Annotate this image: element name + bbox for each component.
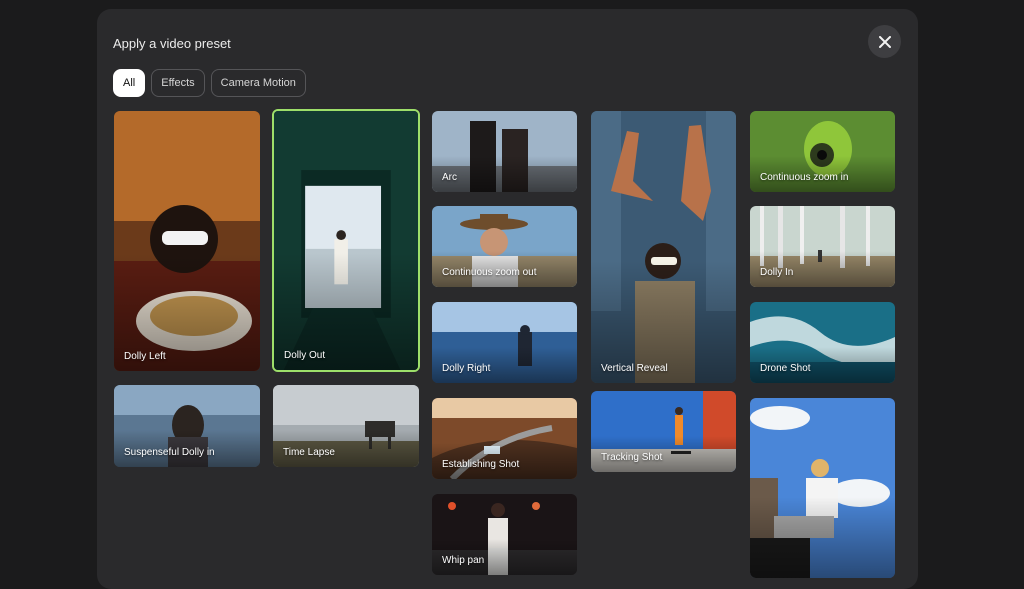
preset-card-time-lapse[interactable]: Time Lapse [273, 385, 419, 467]
tab-camera-motion[interactable]: Camera Motion [210, 69, 306, 97]
preset-card-whip-pan[interactable]: Whip pan [432, 494, 577, 575]
preset-card-skater[interactable] [750, 398, 895, 578]
preset-card-dolly-out[interactable]: Dolly Out [272, 109, 420, 372]
preset-label: Dolly Right [442, 363, 491, 374]
preset-label: Drone Shot [760, 363, 811, 374]
preset-card-tracking-shot[interactable]: Tracking Shot [591, 391, 736, 472]
preset-thumbnail [114, 111, 260, 371]
preset-card-continuous-zoom-in[interactable]: Continuous zoom in [750, 111, 895, 192]
preset-card-establishing-shot[interactable]: Establishing Shot [432, 398, 577, 479]
tab-effects[interactable]: Effects [151, 69, 205, 97]
preset-card-dolly-right[interactable]: Dolly Right [432, 302, 577, 383]
preset-label: Time Lapse [283, 447, 335, 458]
preset-label: Arc [442, 172, 457, 183]
video-preset-dialog: Apply a video preset All Effects Camera … [97, 9, 918, 589]
preset-label: Continuous zoom in [760, 172, 849, 183]
preset-card-arc[interactable]: Arc [432, 111, 577, 192]
preset-card-continuous-zoom-out[interactable]: Continuous zoom out [432, 206, 577, 287]
preset-card-dolly-left[interactable]: Dolly Left [114, 111, 260, 371]
preset-card-drone-shot[interactable]: Drone Shot [750, 302, 895, 383]
close-button[interactable] [868, 25, 901, 58]
dialog-title: Apply a video preset [113, 36, 231, 51]
preset-label: Dolly Left [124, 351, 166, 362]
preset-label: Continuous zoom out [442, 267, 537, 278]
preset-card-dolly-in[interactable]: Dolly In [750, 206, 895, 287]
preset-label: Vertical Reveal [601, 363, 668, 374]
preset-label: Tracking Shot [601, 452, 663, 463]
preset-thumbnail [750, 398, 895, 578]
preset-label: Suspenseful Dolly in [124, 447, 215, 458]
preset-label: Establishing Shot [442, 459, 520, 470]
preset-card-vertical-reveal[interactable]: Vertical Reveal [591, 111, 736, 383]
preset-thumbnail [274, 111, 418, 370]
close-icon [878, 35, 891, 48]
preset-card-suspenseful-dolly-in[interactable]: Suspenseful Dolly in [114, 385, 260, 467]
preset-label: Dolly In [760, 267, 794, 278]
tab-all[interactable]: All [113, 69, 146, 97]
preset-label: Whip pan [442, 555, 485, 566]
preset-thumbnail [591, 111, 736, 383]
filter-tabs: All Effects Camera Motion [113, 69, 306, 97]
preset-label: Dolly Out [284, 350, 326, 361]
